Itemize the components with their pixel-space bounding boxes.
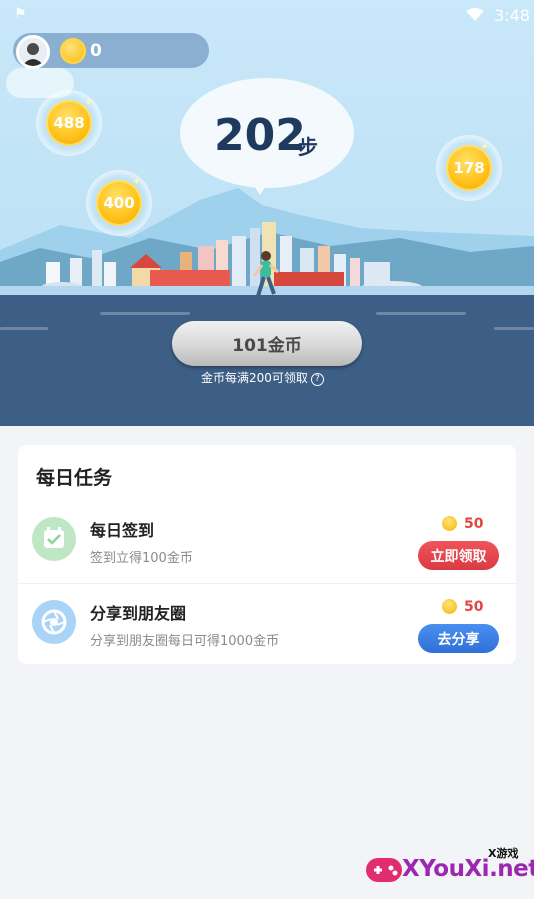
- avatar[interactable]: [16, 35, 50, 69]
- step-hero: ⚑ 3:48 0 488 ✦ 400 ✦ 178 ✦ 202 步 101金币 金…: [0, 0, 534, 426]
- step-unit: 步: [298, 135, 318, 159]
- road-marking: [100, 312, 190, 315]
- coin-icon: [60, 38, 86, 64]
- wifi-icon: [466, 8, 484, 21]
- task-reward: 50: [464, 516, 484, 532]
- help-icon[interactable]: ?: [310, 373, 324, 386]
- go-share-button[interactable]: 去分享: [418, 624, 499, 653]
- camera-aperture-icon: [32, 600, 76, 644]
- site-watermark: X游戏 XYouXi.net: [362, 842, 534, 894]
- coin-icon: [442, 516, 457, 531]
- notification-icon: ⚑: [14, 6, 27, 22]
- user-portrait-icon: [22, 43, 44, 66]
- claim-now-button[interactable]: 立即领取: [418, 541, 499, 570]
- task-row-checkin: 每日签到 签到立得100金币 50 立即领取: [18, 501, 516, 584]
- step-count-cloud-tail: [252, 183, 268, 195]
- calendar-check-icon: [32, 517, 76, 561]
- daily-tasks-title: 每日任务: [36, 467, 113, 489]
- road-marking: [494, 327, 534, 330]
- coin-balance: 0: [90, 41, 102, 61]
- status-bar: ⚑ 3:48: [0, 0, 534, 30]
- road-marking: [0, 327, 48, 330]
- claim-coins-button[interactable]: 101金币: [172, 321, 362, 366]
- task-name: 分享到朋友圈: [90, 604, 187, 623]
- task-description: 签到立得100金币: [90, 551, 193, 566]
- road-marking: [376, 312, 466, 315]
- daily-tasks-card: 每日任务 每日签到 签到立得100金币 50 立即领取 分享到朋友圈 分享到朋友…: [18, 445, 516, 664]
- watermark-main-text: XYouXi.net: [402, 856, 534, 882]
- sparkle-icon: ✦: [132, 175, 142, 188]
- step-count: 202: [214, 110, 306, 161]
- sparkle-icon: ✦: [84, 96, 94, 109]
- task-description: 分享到朋友圈每日可得1000金币: [90, 634, 280, 649]
- task-reward: 50: [464, 599, 484, 615]
- gamepad-logo-icon: [366, 858, 402, 882]
- task-row-share: 分享到朋友圈 分享到朋友圈每日可得1000金币 50 去分享: [18, 584, 516, 666]
- task-name: 每日签到: [90, 521, 155, 540]
- claim-hint-text: 金币每满200可领取: [201, 371, 308, 385]
- coin-icon: [442, 599, 457, 614]
- sparkle-icon: ✦: [480, 140, 490, 153]
- status-time: 3:48: [494, 6, 530, 25]
- claim-hint: 金币每满200可领取?: [201, 369, 324, 386]
